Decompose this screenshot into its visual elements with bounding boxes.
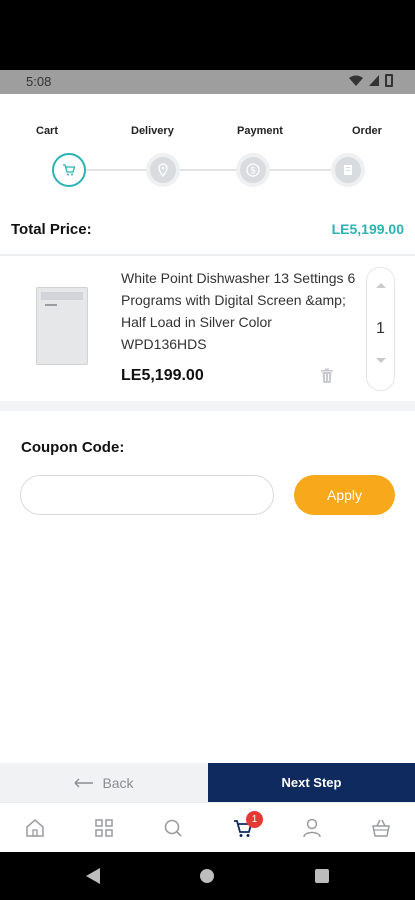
section-divider xyxy=(0,401,415,411)
step-cart xyxy=(52,153,86,187)
cart-icon xyxy=(63,164,76,176)
step-label-payment: Payment xyxy=(237,125,283,137)
tab-basket[interactable] xyxy=(370,817,392,839)
total-price-label: Total Price: xyxy=(11,221,92,238)
arrow-left-icon xyxy=(74,778,94,787)
step-order xyxy=(331,153,365,187)
status-bar: 5:08 xyxy=(0,70,415,94)
tab-home[interactable] xyxy=(24,817,46,839)
home-icon xyxy=(26,819,44,837)
next-step-label: Next Step xyxy=(281,775,342,790)
step-label-cart: Cart xyxy=(36,125,59,137)
step-delivery xyxy=(146,153,180,187)
total-price-value: LE5,199.00 xyxy=(331,221,404,237)
bottom-tab-bar: 1 xyxy=(0,802,415,852)
step-connector xyxy=(86,169,146,171)
tab-profile[interactable] xyxy=(301,817,323,839)
step-payment: $ xyxy=(236,153,270,187)
coupon-code-label: Coupon Code: xyxy=(21,439,125,456)
trash-icon[interactable] xyxy=(318,367,336,385)
apply-coupon-button[interactable]: Apply xyxy=(294,475,395,515)
categories-icon xyxy=(95,819,113,837)
next-step-button[interactable]: Next Step xyxy=(208,763,415,802)
step-label-delivery: Delivery xyxy=(131,125,174,137)
back-button-label: Back xyxy=(102,774,134,791)
profile-icon xyxy=(303,818,321,838)
chevron-up-icon[interactable] xyxy=(374,280,388,290)
android-nav-bar xyxy=(0,852,415,900)
home-circle-icon[interactable] xyxy=(200,869,214,883)
status-time: 5:08 xyxy=(26,74,52,89)
step-label-order: Order xyxy=(352,125,382,137)
tab-categories[interactable] xyxy=(93,817,115,839)
recents-square-icon[interactable] xyxy=(315,869,329,883)
top-black-bar xyxy=(0,0,415,70)
tab-search[interactable] xyxy=(162,817,184,839)
back-triangle-icon[interactable] xyxy=(86,868,100,884)
coupon-code-input[interactable] xyxy=(20,475,274,515)
step-connector xyxy=(270,169,332,171)
product-image[interactable] xyxy=(36,287,88,365)
checkout-screen: Cart Delivery Payment Order $ Total Pric… xyxy=(0,94,415,852)
quantity-value: 1 xyxy=(376,320,385,337)
battery-icon xyxy=(385,74,393,87)
product-price: LE5,199.00 xyxy=(121,367,204,384)
cart-count-badge: 1 xyxy=(246,811,263,828)
dishwasher-handle xyxy=(45,304,57,306)
status-icons xyxy=(349,74,393,87)
receipt-icon xyxy=(344,165,352,175)
step-connector xyxy=(180,169,236,171)
dishwasher-panel xyxy=(41,292,83,300)
quantity-stepper: 1 xyxy=(366,267,395,391)
product-title[interactable]: White Point Dishwasher 13 Settings 6 Pro… xyxy=(121,267,361,355)
search-icon xyxy=(164,819,182,837)
basket-icon xyxy=(372,819,390,837)
back-button[interactable]: Back xyxy=(0,763,208,802)
location-pin-icon xyxy=(158,163,168,177)
signal-icon xyxy=(369,75,379,86)
chevron-down-icon[interactable] xyxy=(374,356,388,366)
dollar-icon: $ xyxy=(246,163,260,177)
divider xyxy=(0,254,415,256)
wifi-icon xyxy=(349,75,363,86)
svg-text:$: $ xyxy=(250,166,255,176)
